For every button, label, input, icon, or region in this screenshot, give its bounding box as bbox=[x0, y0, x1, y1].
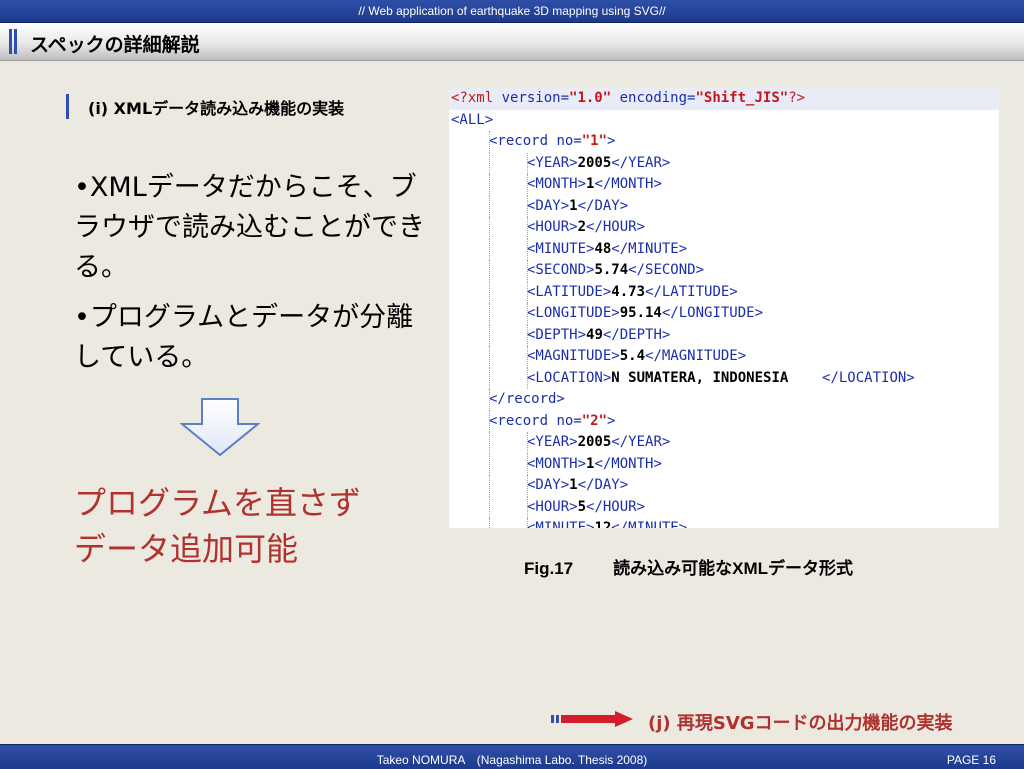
top-banner: // Web application of earthquake 3D mapp… bbox=[0, 0, 1024, 23]
code-line: <YEAR>2005</YEAR> bbox=[449, 432, 999, 454]
code-line: <MAGNITUDE>5.4</MAGNITUDE> bbox=[449, 346, 999, 368]
footer-bar: Takeo NOMURA (Nagashima Labo. Thesis 200… bbox=[0, 744, 1024, 769]
code-line: <YEAR>2005</YEAR> bbox=[449, 152, 999, 174]
down-arrow-icon bbox=[180, 398, 260, 456]
bullet-item: •プログラムとデータが分離している。 bbox=[74, 302, 414, 373]
conclusion-text: プログラムを直さず データ追加可能 bbox=[74, 480, 434, 572]
title-marker bbox=[9, 29, 17, 54]
code-line: <LONGITUDE>95.14</LONGITUDE> bbox=[449, 303, 999, 325]
next-section-link[interactable]: (j) 再現SVGコードの出力機能の実装 bbox=[648, 709, 953, 735]
figure-caption-text: 読み込み可能なXMLデータ形式 bbox=[613, 559, 854, 578]
section-subheading: (i) XMLデータ読み込み機能の実装 bbox=[88, 99, 345, 118]
subheading-marker bbox=[66, 94, 69, 119]
code-line: <MINUTE>12</MINUTE> bbox=[449, 518, 999, 528]
footer-author: Takeo NOMURA (Nagashima Labo. Thesis 200… bbox=[376, 753, 648, 767]
code-line: <LOCATION>N SUMATERA, INDONESIA </LOCATI… bbox=[449, 367, 999, 389]
code-line: <DAY>1</DAY> bbox=[449, 195, 999, 217]
top-banner-text: // Web application of earthquake 3D mapp… bbox=[358, 4, 666, 18]
next-arrow-icon[interactable] bbox=[551, 711, 633, 727]
code-line: <LATITUDE>4.73</LATITUDE> bbox=[449, 281, 999, 303]
bullet-list: •XMLデータだからこそ、ブラウザで読み込むことができる。 •プログラムとデータ… bbox=[74, 168, 429, 388]
slide-title: スペックの詳細解説 bbox=[30, 34, 200, 56]
bullet-item: •XMLデータだからこそ、ブラウザで読み込むことができる。 bbox=[74, 172, 425, 283]
code-line: <HOUR>2</HOUR> bbox=[449, 217, 999, 239]
xml-code-panel: <?xml version="1.0" encoding="Shift_JIS"… bbox=[449, 88, 999, 528]
code-line: <?xml version="1.0" encoding="Shift_JIS"… bbox=[449, 88, 999, 110]
code-line: <SECOND>5.74</SECOND> bbox=[449, 260, 999, 282]
code-line: <DEPTH>49</DEPTH> bbox=[449, 324, 999, 346]
code-line: <MINUTE>48</MINUTE> bbox=[449, 238, 999, 260]
title-bar: スペックの詳細解説 bbox=[0, 23, 1024, 61]
conclusion-line: プログラムを直さず bbox=[74, 484, 362, 522]
code-line: <MONTH>1</MONTH> bbox=[449, 453, 999, 475]
figure-caption: Fig.17 読み込み可能なXMLデータ形式 bbox=[524, 554, 853, 579]
code-line: </record> bbox=[449, 389, 999, 411]
code-line: <ALL> bbox=[451, 111, 494, 128]
code-line: <HOUR>5</HOUR> bbox=[449, 496, 999, 518]
code-line: <record no="1"> bbox=[449, 131, 999, 153]
code-line: <record no="2"> bbox=[449, 410, 999, 432]
figure-number: Fig.17 bbox=[524, 559, 574, 578]
page-number: PAGE 16 bbox=[946, 753, 996, 767]
code-line: <MONTH>1</MONTH> bbox=[449, 174, 999, 196]
conclusion-line: データ追加可能 bbox=[74, 530, 299, 568]
code-line: <DAY>1</DAY> bbox=[449, 475, 999, 497]
